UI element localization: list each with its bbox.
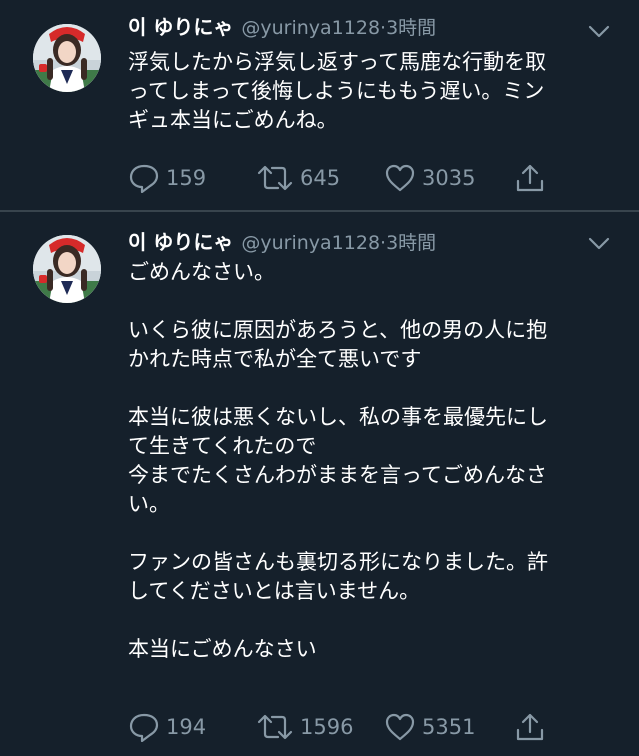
tweet[interactable]: 이 ゆりにゃ @yurinya1128·3時間 浮気したから浮気し返すって馬鹿な行…: [0, 0, 639, 210]
retweet-button[interactable]: 1596: [256, 710, 353, 744]
tweet-actions: 194 1596 5351: [128, 710, 628, 744]
retweet-icon: [257, 165, 293, 191]
heart-icon: [385, 164, 415, 192]
chevron-down-icon[interactable]: [588, 25, 610, 39]
retweet-icon: [257, 714, 293, 740]
tweet-text-line: い。: [128, 492, 170, 516]
user-handle[interactable]: @yurinya1128: [241, 232, 380, 254]
tweet-text: ごめんなさい。 いくら彼に原因があろうと、他の男の人に抱 かれた時点で私が全て悪…: [128, 258, 628, 664]
avatar[interactable]: [33, 235, 101, 303]
like-count: 5351: [422, 715, 476, 739]
timestamp[interactable]: 3時間: [386, 232, 436, 254]
retweet-count: 1596: [300, 715, 354, 739]
reply-button[interactable]: 159: [128, 161, 206, 195]
reply-count: 159: [166, 166, 207, 190]
tweet-header: 이 ゆりにゃ @yurinya1128·3時間: [128, 14, 436, 40]
tweet-text-line: してくださいとは言いません。: [128, 579, 421, 603]
tweet-text-line: ごめんなさい。: [128, 260, 275, 284]
tweet-text-line: いくら彼に原因があろうと、他の男の人に抱: [128, 318, 548, 342]
reply-icon: [129, 164, 159, 193]
retweet-count: 645: [300, 166, 341, 190]
tweet[interactable]: 이 ゆりにゃ @yurinya1128·3時間 ごめんなさい。 いくら彼に原因があ…: [0, 212, 639, 756]
retweet-button[interactable]: 645: [256, 161, 340, 195]
share-icon: [516, 713, 544, 741]
user-handle[interactable]: @yurinya1128: [241, 17, 380, 39]
reply-count: 194: [166, 715, 207, 739]
tweet-actions: 159 645 3035: [128, 161, 628, 195]
tweet-header: 이 ゆりにゃ @yurinya1128·3時間: [128, 229, 436, 255]
tweet-text-line: 浮気したから浮気し返すって馬鹿な行動を取: [128, 50, 547, 74]
avatar[interactable]: [33, 24, 101, 92]
share-button[interactable]: [514, 710, 546, 744]
like-button[interactable]: 3035: [384, 161, 475, 195]
heart-icon: [385, 713, 415, 741]
tweet-text-line: ギュ本当にごめんね。: [128, 108, 338, 132]
tweet-text-line: かれた時点で私が全て悪いです: [128, 347, 422, 371]
share-button[interactable]: [514, 161, 546, 195]
like-button[interactable]: 5351: [384, 710, 475, 744]
tweet-text-line: 本当にごめんなさい: [128, 637, 317, 661]
reply-icon: [129, 713, 159, 742]
tweet-text-line: 本当に彼は悪くないし、私の事を最優先にし: [128, 405, 548, 429]
display-name[interactable]: 이 ゆりにゃ: [128, 15, 233, 39]
tweet-text-line: て生きてくれたので: [128, 434, 317, 458]
tweet-text: 浮気したから浮気し返すって馬鹿な行動を取 ってしまって後悔しようにももう遅い。ミ…: [128, 48, 628, 135]
share-icon: [516, 164, 544, 192]
display-name[interactable]: 이 ゆりにゃ: [128, 230, 233, 254]
timestamp[interactable]: 3時間: [386, 17, 436, 39]
like-count: 3035: [422, 166, 476, 190]
reply-button[interactable]: 194: [128, 710, 206, 744]
tweet-text-line: ファンの皆さんも裏切る形になりました。許: [128, 550, 548, 574]
tweet-text-line: ってしまって後悔しようにももう遅い。ミン: [128, 79, 545, 103]
chevron-down-icon[interactable]: [588, 237, 610, 251]
tweet-text-line: 今までたくさんわがままを言ってごめんなさ: [128, 463, 547, 487]
